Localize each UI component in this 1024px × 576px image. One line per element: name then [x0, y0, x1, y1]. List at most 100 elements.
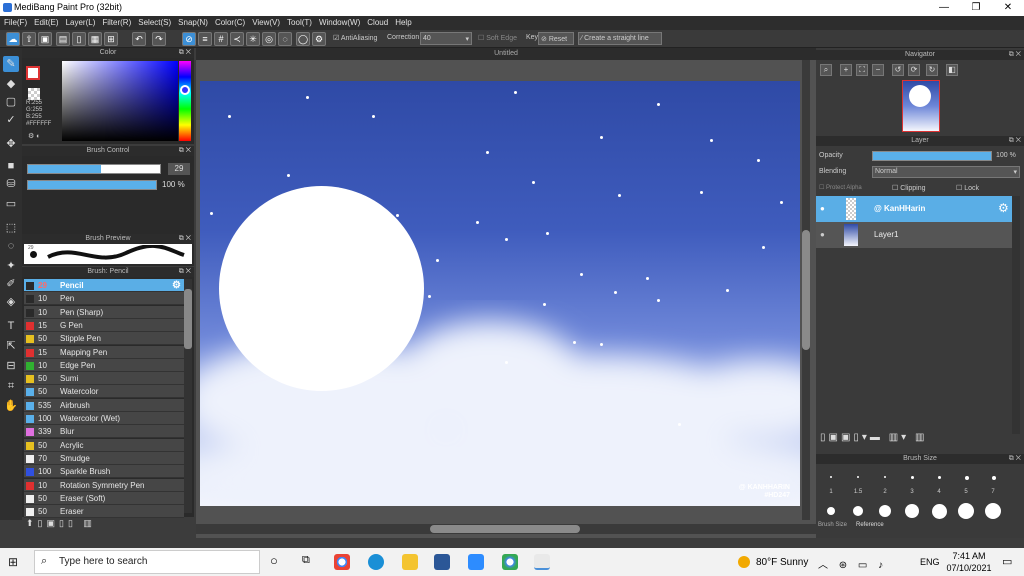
resize-icon[interactable]: ⊞ — [104, 32, 118, 46]
taskbar-search[interactable]: ⌕ Type here to search — [34, 550, 260, 574]
weather-text[interactable]: 80°F Sunny — [756, 557, 808, 568]
brush-item[interactable]: 70 Smudge — [24, 451, 184, 465]
operation-tool-icon[interactable]: ⇱ — [3, 338, 19, 354]
menu-snap[interactable]: Snap(N) — [174, 16, 211, 27]
brush-item[interactable]: 50 Watercolor — [24, 385, 184, 399]
notifications-icon[interactable]: ▭ — [1002, 555, 1012, 568]
flip-icon[interactable]: ◧ — [946, 64, 958, 76]
chrome-profile-icon[interactable] — [502, 554, 518, 570]
brush-size-tab[interactable]: Brush Size — [818, 522, 847, 528]
transparent-color-swatch[interactable] — [28, 88, 40, 100]
brush-item[interactable]: 50 Stipple Pen — [24, 332, 184, 346]
brush-item[interactable]: 50 Acrylic — [24, 438, 184, 452]
minimize-button[interactable]: — — [928, 0, 960, 16]
layers-icon[interactable]: ▦ — [88, 32, 102, 46]
size-dot-small[interactable] — [938, 476, 941, 479]
canvas-vertical-scrollbar[interactable] — [802, 60, 810, 520]
gradient-tool-icon[interactable]: ▭ — [3, 196, 19, 212]
rotate-right-icon[interactable]: ↻ — [926, 64, 938, 76]
brush-item[interactable]: 339 Blur — [24, 425, 184, 439]
straight-line-button[interactable]: ∕ Create a straight line — [578, 32, 662, 45]
correction-select[interactable]: 40 ▾ — [420, 32, 472, 45]
menu-tool[interactable]: Tool(T) — [283, 16, 315, 27]
menu-cloud[interactable]: Cloud — [363, 16, 391, 27]
canvas-tab[interactable]: Untitled — [196, 48, 816, 60]
size-dot-small[interactable] — [830, 476, 832, 478]
windows-start-icon[interactable]: ⊞ — [8, 555, 18, 569]
size-dot-large[interactable] — [985, 503, 1001, 519]
panel-buttons-icon[interactable]: ⧉ ✕ — [179, 234, 191, 244]
select-pen-icon[interactable]: ✐ — [3, 276, 19, 292]
snap-circle-icon[interactable]: ◎ — [262, 32, 276, 46]
size-dot-large[interactable] — [958, 503, 974, 519]
layer-row[interactable]: ● Layer1 — [816, 222, 1012, 248]
color-mode-icons[interactable]: ⚙ ◐ — [28, 132, 40, 140]
zoom-out-icon[interactable]: − — [872, 64, 884, 76]
hue-handle[interactable] — [180, 85, 190, 95]
brush-item[interactable]: 10 Edge Pen — [24, 358, 184, 372]
menu-help[interactable]: Help — [391, 16, 414, 27]
layer-actions-icon[interactable]: ▯▣▣▯▾▬ ▥▾ ▥ — [820, 432, 927, 443]
clock[interactable]: 7:41 AM 07/10/2021 — [944, 550, 994, 574]
size-dot-small[interactable] — [992, 476, 996, 480]
reference-tab[interactable]: Reference — [856, 522, 884, 528]
brush-item[interactable]: 15 Mapping Pen — [24, 345, 184, 359]
size-dot-large[interactable] — [931, 503, 947, 519]
chrome-icon[interactable] — [334, 554, 350, 570]
panel-buttons-icon[interactable]: ⧉ ✕ — [179, 146, 191, 156]
size-dot-small[interactable] — [857, 476, 859, 478]
lock-checkbox[interactable]: ☐ Lock — [956, 184, 979, 192]
zoom-app-icon[interactable] — [468, 554, 484, 570]
size-dot-large[interactable] — [905, 504, 919, 518]
task-view-icon[interactable]: ⧉ — [302, 554, 310, 567]
cortana-icon[interactable]: ○ — [270, 553, 278, 568]
snap-vanish-icon[interactable]: ≺ — [230, 32, 244, 46]
foreground-color-swatch[interactable] — [26, 66, 40, 80]
file-explorer-icon[interactable] — [402, 554, 418, 570]
brush-item[interactable]: 29 Pencil ⚙ — [24, 279, 184, 292]
snap-parallel-icon[interactable]: ≡ — [198, 32, 212, 46]
menu-select[interactable]: Select(S) — [134, 16, 174, 27]
snap-radial-icon[interactable]: ✳ — [246, 32, 260, 46]
dot-tool-icon[interactable]: ▢ — [3, 94, 19, 110]
save-icon[interactable]: ▣ — [38, 32, 52, 46]
brush-tool-icon[interactable]: ✎ — [3, 56, 19, 72]
hand-tool-icon[interactable]: ✋ — [3, 398, 19, 414]
antialiasing-checkbox[interactable]: ☑ AntiAliasing — [333, 34, 377, 42]
lasso-tool-icon[interactable]: ◌ — [3, 238, 19, 254]
brush-size-value[interactable]: 29 — [168, 163, 190, 175]
brush-list-actions-icon[interactable]: ⬆▯▣▯▯ ▥ — [26, 518, 96, 529]
brush-opacity-slider[interactable] — [27, 180, 157, 190]
reset-button[interactable]: ⊘ Reset — [538, 32, 574, 45]
navigator-thumbnail[interactable] — [902, 80, 940, 132]
snap-curve-icon[interactable]: ◌ — [278, 32, 292, 46]
panel-buttons-icon[interactable]: ⧉ ✕ — [1009, 136, 1021, 146]
protect-alpha-checkbox[interactable]: ☐ Protect Alpha — [819, 184, 862, 191]
brush-size-slider[interactable] — [27, 164, 161, 174]
divide-tool-icon[interactable]: ⊟ — [3, 358, 19, 374]
menu-file[interactable]: File(F) — [0, 16, 30, 27]
horizontal-scroll-thumb[interactable] — [430, 525, 580, 533]
undo-icon[interactable]: ↶ — [132, 32, 146, 46]
select-eraser-icon[interactable]: ◈ — [3, 294, 19, 310]
blending-select[interactable]: Normal ▾ — [872, 166, 1020, 178]
layer-opacity-slider[interactable] — [872, 151, 992, 161]
size-dot-small[interactable] — [884, 476, 886, 478]
panel-buttons-icon[interactable]: ⧉ ✕ — [1009, 454, 1021, 464]
menu-color[interactable]: Color(C) — [211, 16, 248, 27]
shape-brush-icon[interactable]: ✓ — [3, 112, 19, 128]
brush-item[interactable]: 15 G Pen — [24, 318, 184, 332]
rotate-reset-icon[interactable]: ⟳ — [908, 64, 920, 76]
eye-icon[interactable]: ● — [820, 204, 825, 213]
brush-item[interactable]: 10 Pen (Sharp) — [24, 305, 184, 319]
layer-scrollbar[interactable] — [1012, 196, 1020, 434]
edge-icon[interactable] — [368, 554, 384, 570]
brush-item[interactable]: 10 Rotation Symmetry Pen — [24, 478, 184, 492]
cloud-icon[interactable]: ☁ — [6, 32, 20, 46]
hue-slider[interactable] — [179, 61, 191, 141]
layer-settings-icon[interactable]: ⚙ — [998, 201, 1009, 215]
brush-item[interactable]: 10 Pen — [24, 292, 184, 306]
menu-window[interactable]: Window(W) — [315, 16, 363, 27]
medibang-icon[interactable] — [534, 554, 550, 570]
size-dot-small[interactable] — [965, 476, 969, 480]
